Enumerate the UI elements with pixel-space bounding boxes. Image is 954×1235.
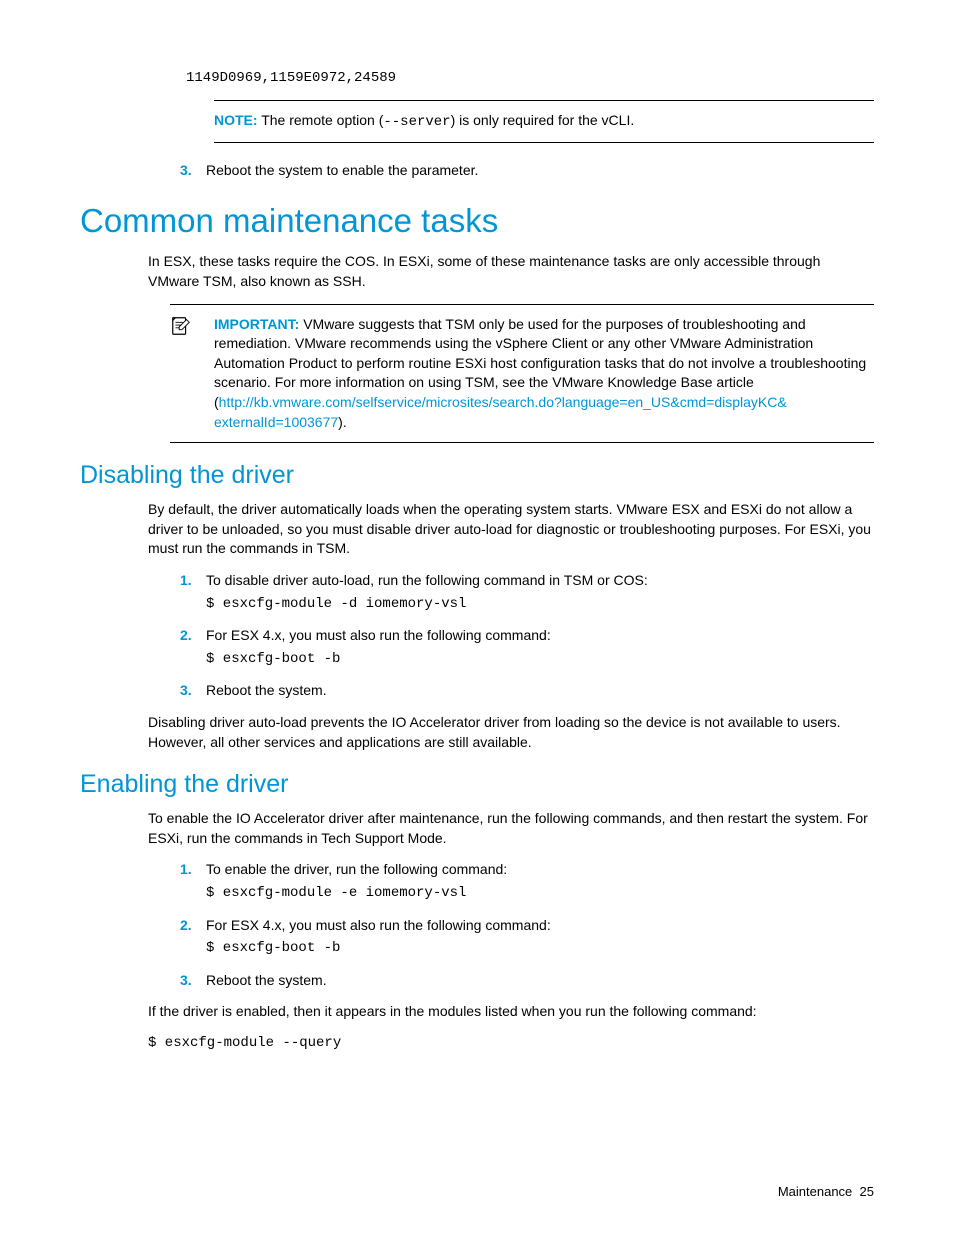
heading-disabling-driver: Disabling the driver — [80, 461, 874, 490]
footer-section: Maintenance — [778, 1184, 852, 1199]
disable-steps-list: To disable driver auto-load, run the fol… — [80, 571, 874, 701]
command: $ esxcfg-module -e iomemory-vsl — [206, 884, 874, 904]
list-item: Reboot the system. — [180, 971, 874, 991]
step-text: For ESX 4.x, you must also run the follo… — [206, 917, 551, 933]
list-item: Reboot the system. — [180, 681, 874, 701]
important-text: IMPORTANT: VMware suggests that TSM only… — [214, 315, 874, 433]
page-footer: Maintenance 25 — [778, 1184, 874, 1199]
disable-outro: Disabling driver auto-load prevents the … — [148, 713, 874, 752]
note-callout: NOTE: The remote option (--server) is on… — [214, 100, 874, 143]
step-text: Reboot the system. — [206, 682, 327, 698]
command: $ esxcfg-module -d iomemory-vsl — [206, 595, 874, 615]
document-page: 1149D0969,1159E0972,24589 NOTE: The remo… — [0, 0, 954, 1235]
disable-intro: By default, the driver automatically loa… — [148, 500, 874, 559]
command: $ esxcfg-boot -b — [206, 939, 874, 959]
important-callout: IMPORTANT: VMware suggests that TSM only… — [170, 304, 874, 444]
list-item: For ESX 4.x, you must also run the follo… — [180, 626, 874, 669]
kb-link-line1[interactable]: http://kb.vmware.com/selfservice/microsi… — [219, 394, 787, 410]
step-text: Reboot the system. — [206, 972, 327, 988]
command: $ esxcfg-boot -b — [206, 650, 874, 670]
heading-common-maintenance: Common maintenance tasks — [80, 202, 874, 240]
enable-final-cmd: $ esxcfg-module --query — [148, 1034, 874, 1054]
kb-link-line2[interactable]: externalId=1003677 — [214, 414, 338, 430]
enable-outro: If the driver is enabled, then it appear… — [148, 1002, 874, 1022]
enable-intro: To enable the IO Accelerator driver afte… — [148, 809, 874, 848]
list-item: Reboot the system to enable the paramete… — [180, 161, 874, 181]
note-label: NOTE: — [214, 112, 258, 128]
step-text: To disable driver auto-load, run the fol… — [206, 572, 648, 588]
note-text-before: The remote option ( — [261, 112, 383, 128]
heading-enabling-driver: Enabling the driver — [80, 770, 874, 799]
link-close: ). — [338, 414, 347, 430]
step-text: For ESX 4.x, you must also run the follo… — [206, 627, 551, 643]
code-line-top: 1149D0969,1159E0972,24589 — [186, 70, 874, 86]
important-icon — [170, 315, 214, 433]
note-text-after: ) is only required for the vCLI. — [451, 112, 635, 128]
important-label: IMPORTANT: — [214, 316, 299, 332]
enable-steps-list: To enable the driver, run the following … — [80, 860, 874, 990]
step-text: Reboot the system to enable the paramete… — [206, 162, 478, 178]
note-code: --server — [383, 114, 450, 130]
intro-paragraph: In ESX, these tasks require the COS. In … — [148, 252, 874, 291]
list-item: For ESX 4.x, you must also run the follo… — [180, 916, 874, 959]
step-text: To enable the driver, run the following … — [206, 861, 507, 877]
important-body: VMware suggests that TSM only be used fo… — [214, 316, 866, 391]
top-step-list: Reboot the system to enable the paramete… — [80, 161, 874, 181]
note-pencil-icon — [170, 315, 192, 337]
list-item: To disable driver auto-load, run the fol… — [180, 571, 874, 614]
list-item: To enable the driver, run the following … — [180, 860, 874, 903]
footer-page-number: 25 — [860, 1184, 874, 1199]
